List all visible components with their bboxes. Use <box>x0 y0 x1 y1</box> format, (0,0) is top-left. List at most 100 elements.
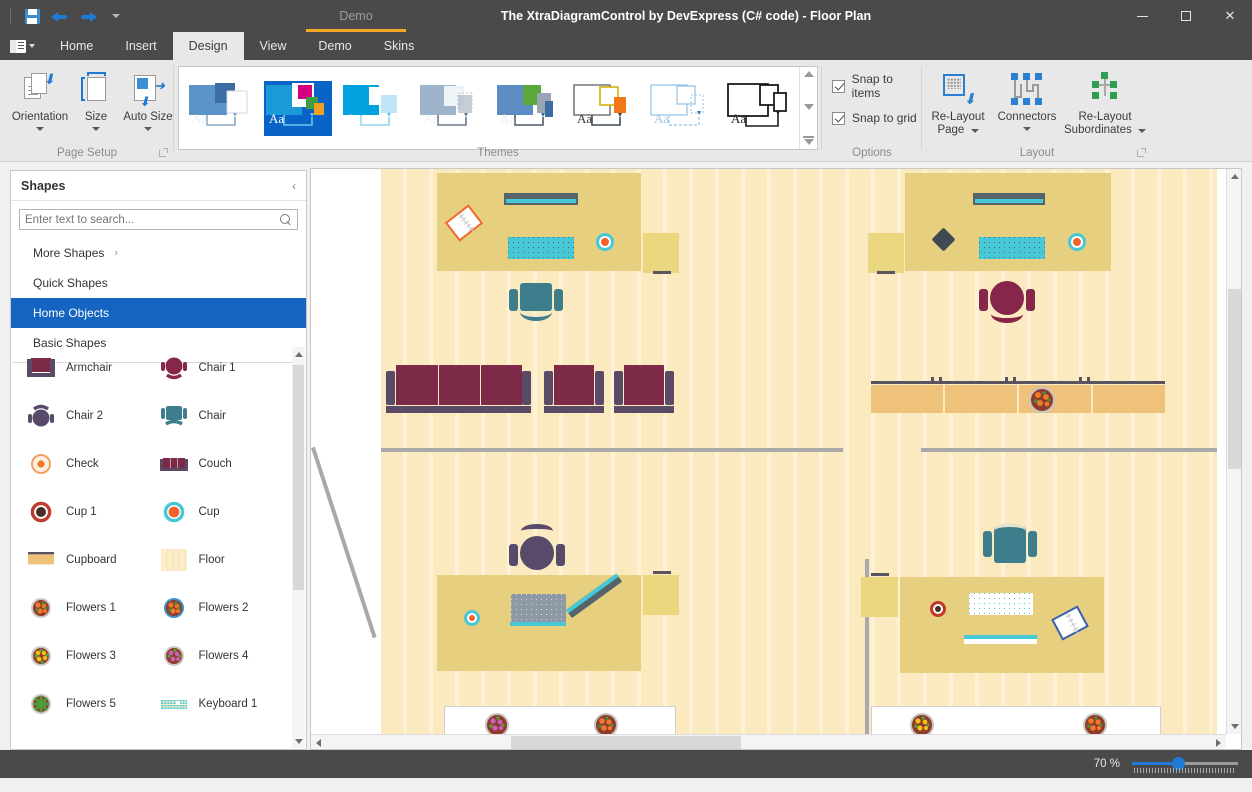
theme-item-6[interactable]: Aa <box>572 81 640 136</box>
canvas-scroll-up-button[interactable] <box>1227 169 1242 184</box>
theme-item-1[interactable]: Aa <box>187 81 255 136</box>
shape-item-chair[interactable]: Chair <box>159 401 292 431</box>
side-cabinet-handle-bottom-right[interactable] <box>871 573 889 576</box>
theme-item-4[interactable]: Aa <box>418 81 486 136</box>
tab-skins[interactable]: Skins <box>368 32 431 60</box>
shape-item-flowers-5[interactable]: Flowers 5 <box>26 689 159 719</box>
tab-view[interactable]: View <box>244 32 303 60</box>
shape-item-floor[interactable]: Floor <box>159 545 292 575</box>
zoom-slider[interactable] <box>1132 755 1238 773</box>
layout-dialog-launcher[interactable] <box>1137 148 1146 157</box>
keyboard-top-left[interactable] <box>508 237 574 259</box>
shapes-search-input[interactable] <box>25 214 280 226</box>
side-cabinet-handle-bottom-left[interactable] <box>653 571 671 574</box>
scrollbar-thumb[interactable] <box>293 365 304 590</box>
tab-demo[interactable]: Demo <box>302 32 367 60</box>
shape-item-flowers-1[interactable]: Flowers 1 <box>26 593 159 623</box>
minimize-button[interactable] <box>1120 0 1164 32</box>
flowers-top-right[interactable] <box>1029 387 1055 413</box>
shape-item-chair-1[interactable]: Chair 1 <box>159 353 292 383</box>
shape-item-chair-2[interactable]: Chair 2 <box>26 401 159 431</box>
shapes-search-box[interactable] <box>19 209 298 230</box>
gallery-expand-icon[interactable] <box>803 136 814 145</box>
side-cabinet-handle-top-right[interactable] <box>877 271 895 274</box>
scroll-down-button[interactable] <box>292 734 305 748</box>
page-setup-dialog-launcher[interactable] <box>159 148 168 157</box>
canvas-scroll-down-button[interactable] <box>1227 719 1242 734</box>
chair-bottom-left[interactable] <box>509 524 565 574</box>
side-cabinet-top-right[interactable] <box>868 233 904 273</box>
canvas-horizontal-thumb[interactable] <box>511 736 741 749</box>
side-cabinet-handle-top-left[interactable] <box>653 271 671 274</box>
themes-gallery[interactable]: Aa Aa <box>178 66 818 150</box>
shapes-category-quick-shapes[interactable]: Quick Shapes <box>11 268 306 298</box>
shape-item-flowers-3[interactable]: Flowers 3 <box>26 641 159 671</box>
cup-top-left[interactable] <box>596 233 614 251</box>
snap-to-grid-checkbox[interactable]: Snap to grid <box>832 108 917 128</box>
theme-item-5[interactable]: Aa <box>495 81 563 136</box>
theme-item-7[interactable]: Aa <box>649 81 717 136</box>
chair-bottom-right[interactable] <box>983 527 1037 571</box>
side-cabinet-top-left[interactable] <box>643 233 679 273</box>
armchair-top-left-1[interactable] <box>544 365 604 415</box>
couch-3seat-top-left[interactable] <box>386 365 531 415</box>
tab-insert[interactable]: Insert <box>109 32 172 60</box>
side-cabinet-bottom-right[interactable] <box>861 577 898 617</box>
snap-to-items-checkbox[interactable]: Snap to items <box>832 76 922 96</box>
shapes-panel-scrollbar[interactable] <box>292 347 305 748</box>
tab-home[interactable]: Home <box>44 32 109 60</box>
cup-top-right[interactable] <box>1068 233 1086 251</box>
chair-top-right[interactable] <box>979 281 1035 329</box>
theme-item-8[interactable]: Aa <box>726 81 794 136</box>
close-button[interactable]: ✕ <box>1208 0 1252 32</box>
shapes-category-home-objects[interactable]: Home Objects <box>11 298 306 328</box>
cupboard-top-right-1[interactable] <box>871 385 943 413</box>
cupboard-top-right-4[interactable] <box>1093 385 1165 413</box>
search-icon[interactable] <box>280 214 292 226</box>
re-layout-subordinates-button[interactable]: Re-Layout Subordinates <box>1060 66 1150 148</box>
shape-item-keyboard-1[interactable]: Keyboard 1 <box>159 689 292 719</box>
armchair-top-left-2[interactable] <box>614 365 674 415</box>
diagram-canvas[interactable] <box>310 168 1242 750</box>
shape-item-check[interactable]: Check <box>26 449 159 479</box>
chair-top-left[interactable] <box>509 283 563 327</box>
wall-horizontal-left[interactable] <box>381 448 843 452</box>
shape-item-cupboard[interactable]: Cupboard <box>26 545 159 575</box>
shape-item-cup-1[interactable]: Cup 1 <box>26 497 159 527</box>
shape-item-cup[interactable]: Cup <box>159 497 292 527</box>
shapes-category-more-shapes[interactable]: More Shapes › <box>11 238 306 268</box>
wall-diagonal[interactable] <box>311 447 377 638</box>
theme-item-3[interactable]: Aa <box>341 81 409 136</box>
tab-design[interactable]: Design <box>173 32 244 60</box>
cup-bottom-right[interactable] <box>930 601 946 617</box>
collapse-panel-icon[interactable]: ‹ <box>292 179 296 193</box>
canvas-scroll-left-button[interactable] <box>311 735 326 750</box>
keyboard-top-right[interactable] <box>979 237 1045 259</box>
application-menu-button[interactable] <box>0 32 44 60</box>
ruler-bottom-right[interactable] <box>964 635 1037 644</box>
connectors-button[interactable]: Connectors <box>994 66 1060 148</box>
shape-item-flowers-2[interactable]: Flowers 2 <box>159 593 292 623</box>
scroll-up-button[interactable] <box>292 347 305 361</box>
monitor-top-left[interactable] <box>504 193 578 205</box>
gallery-scroll-down-icon[interactable] <box>804 104 814 110</box>
shape-item-flowers-4[interactable]: Flowers 4 <box>159 641 292 671</box>
theme-item-2[interactable]: Aa <box>264 81 332 136</box>
shape-item-armchair[interactable]: Armchair <box>26 353 159 383</box>
canvas-horizontal-scrollbar[interactable] <box>311 734 1226 749</box>
wall-horizontal-right[interactable] <box>921 448 1217 452</box>
cupboard-top-right-2[interactable] <box>945 385 1017 413</box>
re-layout-page-button[interactable]: ⬇ Re-Layout Page <box>922 66 994 148</box>
keyboard-bottom-left[interactable] <box>511 594 566 622</box>
themes-gallery-scrollbar[interactable] <box>799 67 817 149</box>
floor-plan-page[interactable] <box>381 169 1217 750</box>
keyboard-bottom-right[interactable] <box>969 593 1033 615</box>
cup-bottom-left[interactable] <box>464 610 480 626</box>
canvas-vertical-scrollbar[interactable] <box>1226 169 1241 734</box>
maximize-button[interactable] <box>1164 0 1208 32</box>
gallery-scroll-up-icon[interactable] <box>804 71 814 77</box>
canvas-scroll-right-button[interactable] <box>1211 735 1226 750</box>
side-cabinet-bottom-left[interactable] <box>643 575 679 615</box>
canvas-vertical-thumb[interactable] <box>1228 289 1241 469</box>
shape-item-couch[interactable]: Couch <box>159 449 292 479</box>
